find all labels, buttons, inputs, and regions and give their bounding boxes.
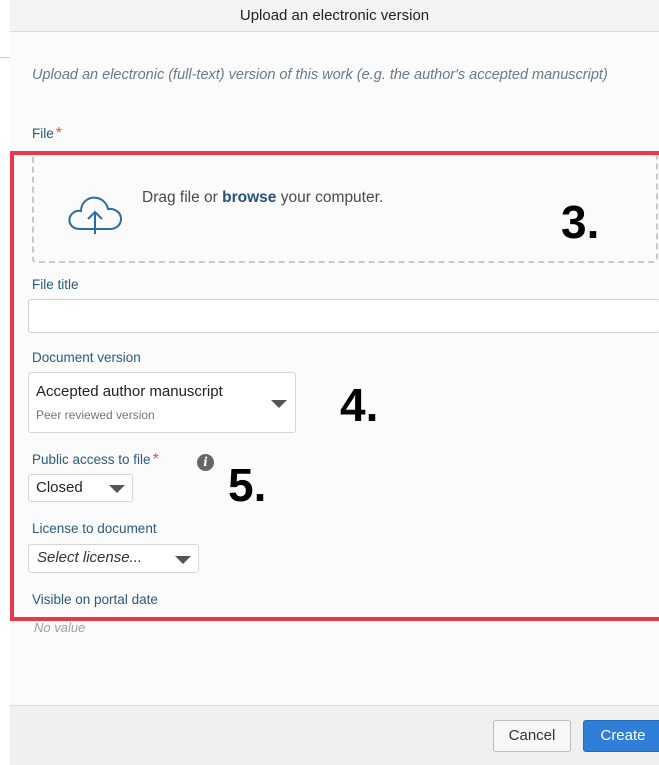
intro-text: Upload an electronic (full-text) version…: [32, 67, 608, 83]
visible-date-value: No value: [34, 620, 86, 635]
divider: [0, 57, 10, 58]
annotation-step-4: 4.: [340, 379, 379, 431]
dialog-title: Upload an electronic version: [10, 0, 659, 32]
create-button[interactable]: Create: [583, 720, 659, 752]
cancel-button[interactable]: Cancel: [493, 720, 571, 752]
file-label-text: File: [32, 126, 54, 141]
annotation-step-5: 5.: [228, 459, 267, 511]
required-mark: *: [55, 125, 62, 142]
file-label: File *: [32, 125, 62, 143]
annotation-step-3: 3.: [561, 196, 600, 248]
dialog-footer: Cancel Create: [10, 705, 659, 765]
